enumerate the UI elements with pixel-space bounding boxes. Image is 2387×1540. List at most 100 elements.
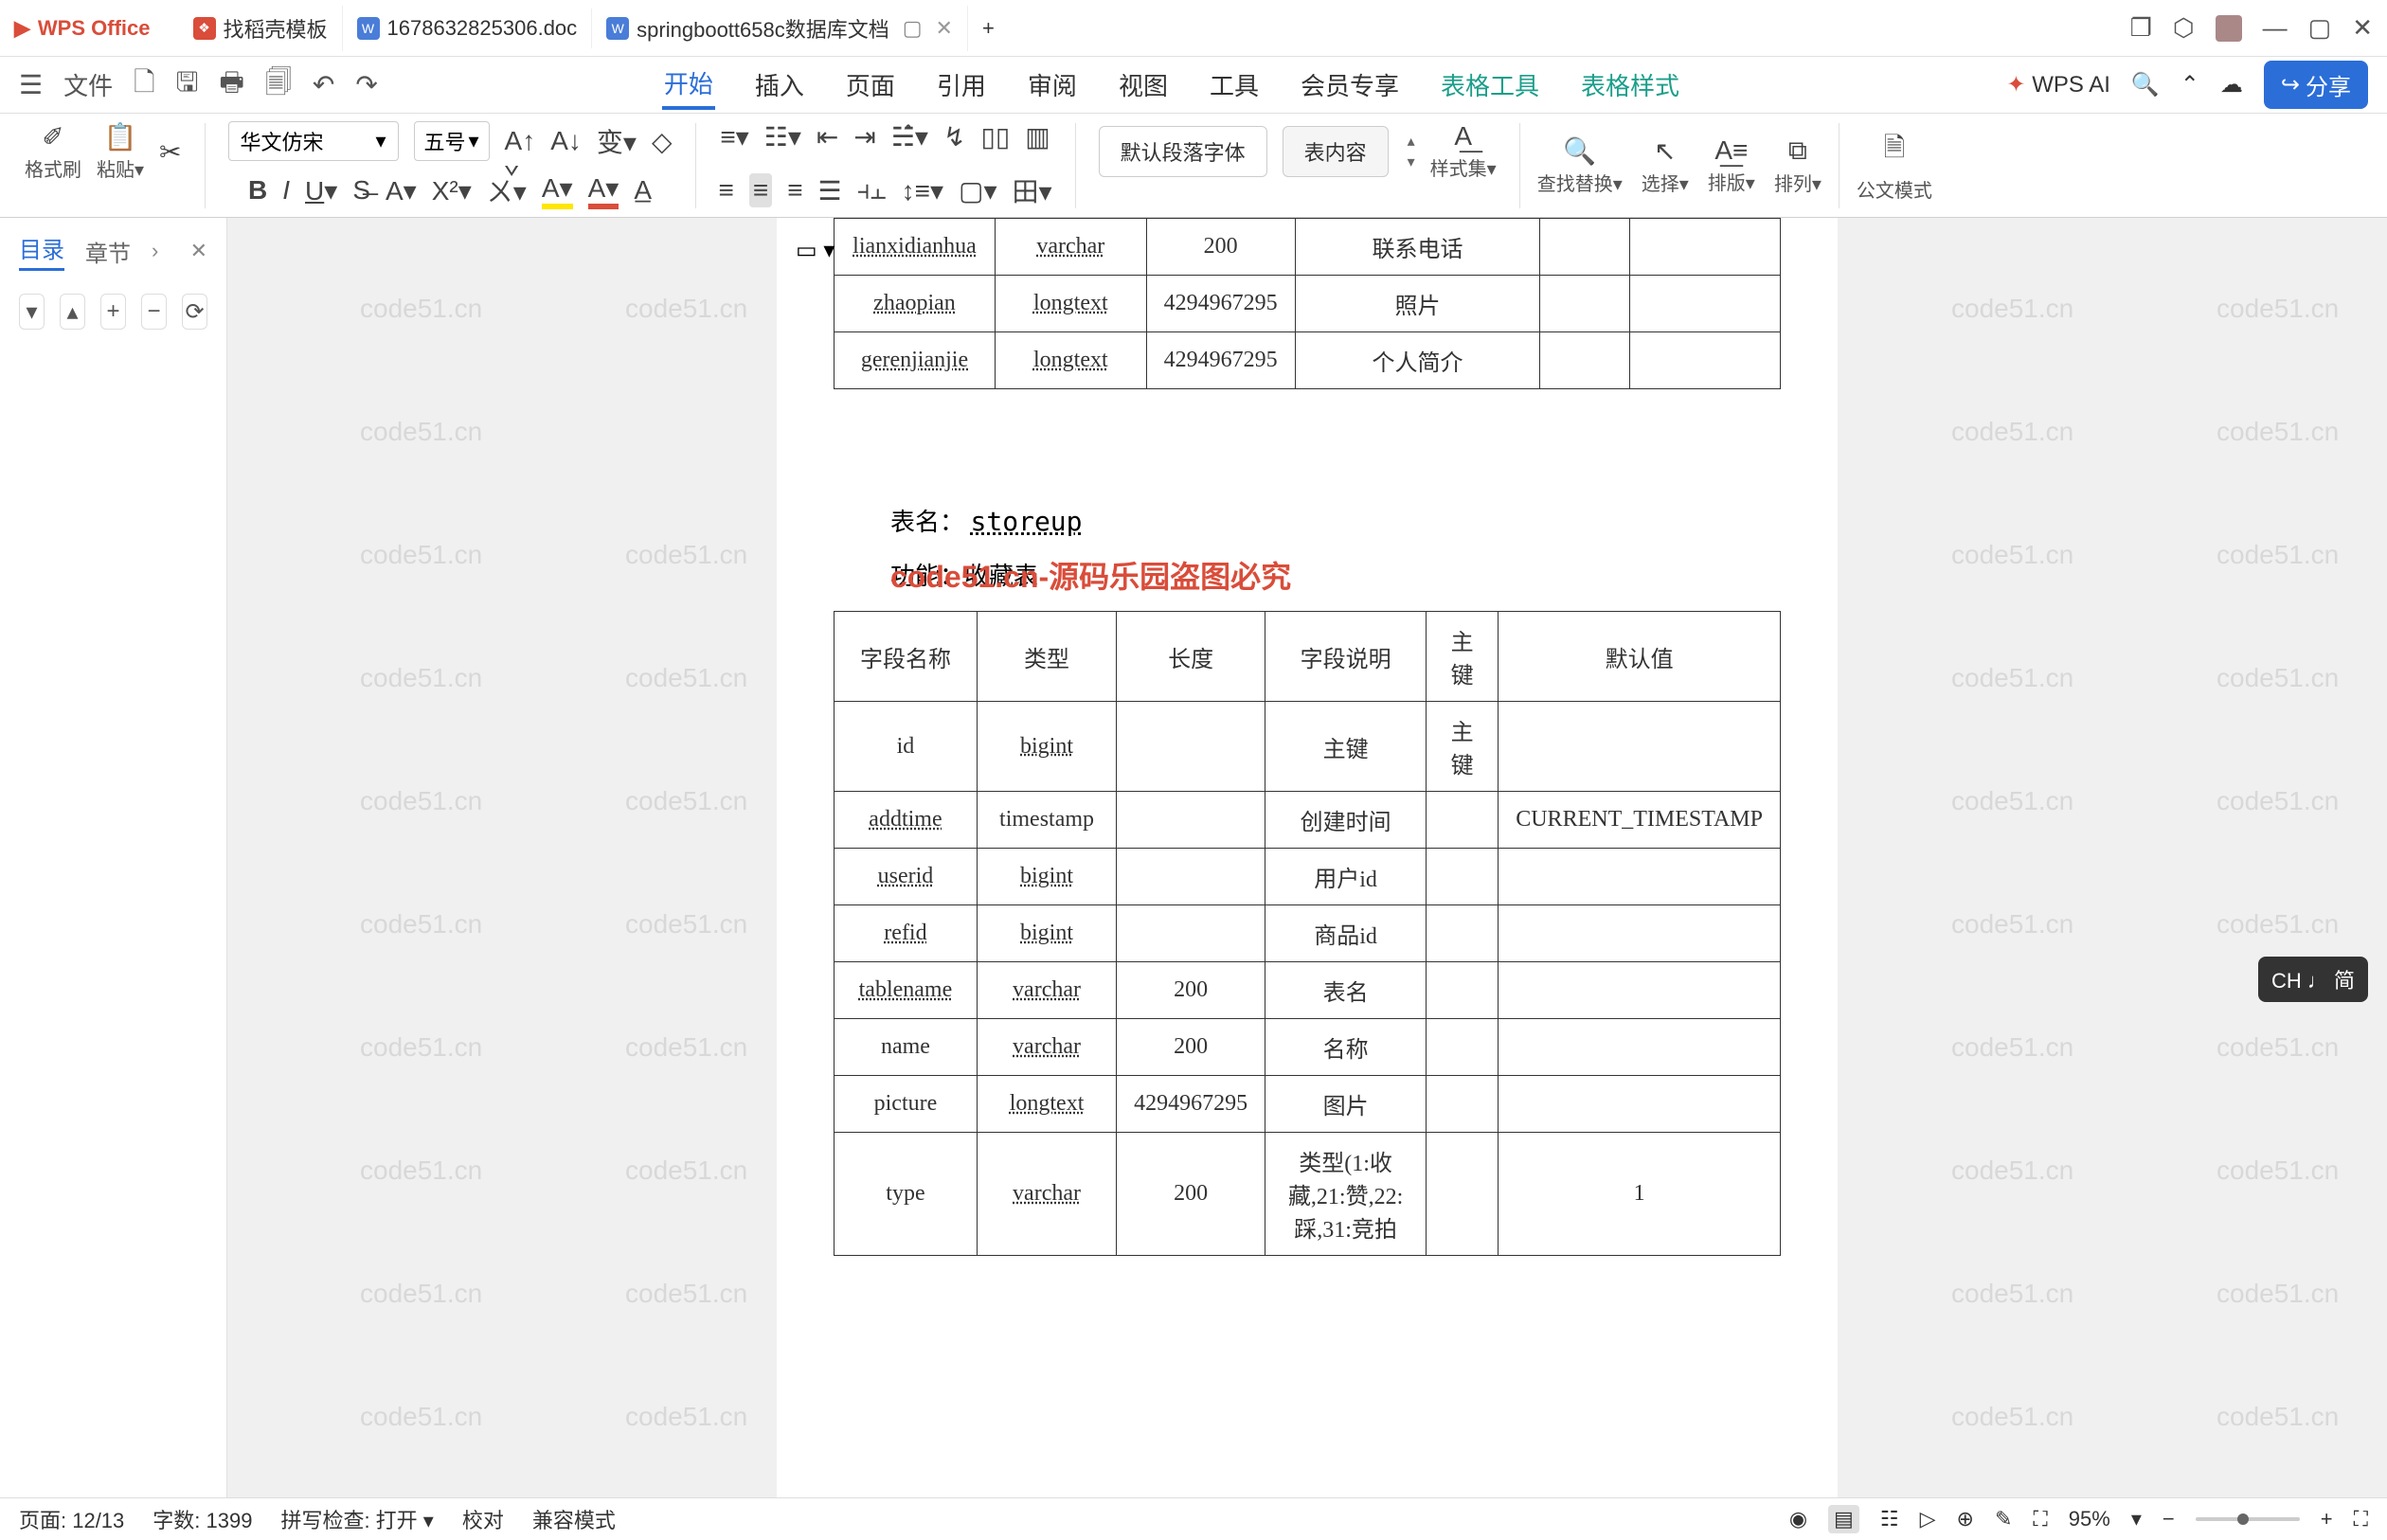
table-row[interactable]: addtimetimestamp创建时间CURRENT_TIMESTAMP — [835, 792, 1781, 849]
distribute-icon[interactable]: ⫞⫠ — [857, 175, 887, 206]
tab-table-styles[interactable]: 表格样式 — [1579, 62, 1681, 108]
share-button[interactable]: ↪ 分享 — [2264, 61, 2368, 109]
file-tab-templates[interactable]: ❖找稻壳模板 — [179, 6, 343, 51]
shading-icon[interactable]: ▢▾ — [959, 175, 997, 206]
nav-tab-toc[interactable]: 目录 — [19, 231, 64, 271]
table-header-row[interactable]: 字段名称 类型 长度 字段说明 主键 默认值 — [835, 612, 1781, 702]
select-icon[interactable]: ↖ — [1654, 135, 1676, 167]
ab-icon[interactable]: ↯ — [943, 121, 965, 152]
maximize-icon[interactable]: ▢ — [2308, 13, 2332, 43]
print-icon[interactable]: 🖶 — [220, 63, 244, 108]
print-preview-icon[interactable]: 🗐 — [265, 63, 292, 108]
expand-icon[interactable]: ▴ — [60, 294, 85, 330]
shrink-font-icon[interactable]: A↓ — [550, 126, 582, 156]
style-content[interactable]: 表内容 — [1283, 126, 1389, 177]
grow-font-icon[interactable]: A↑ — [505, 126, 536, 156]
close-window-icon[interactable]: ✕ — [2352, 13, 2373, 43]
edit-icon[interactable]: ✎ — [1995, 1507, 2012, 1531]
status-page[interactable]: 页面: 12/13 — [19, 1504, 124, 1534]
text-effect-icon[interactable]: A▾ — [386, 175, 417, 206]
web-icon[interactable]: ⊕ — [1957, 1507, 1974, 1531]
table-row[interactable]: useridbigint用户id — [835, 849, 1781, 905]
tab-view[interactable]: 视图 — [1117, 62, 1170, 108]
tab-member[interactable]: 会员专享 — [1299, 62, 1401, 108]
refresh-icon[interactable]: ⟳ — [182, 294, 207, 330]
redo-icon[interactable]: ↷ — [355, 69, 377, 100]
font-size-select[interactable]: 五号▾ — [414, 121, 490, 161]
copy-window-icon[interactable]: ❐ — [2130, 13, 2152, 43]
file-tab-active[interactable]: Wspringboott658c数据库文档▢✕ — [592, 6, 968, 51]
close-panel-icon[interactable]: ✕ — [190, 239, 207, 263]
save-icon[interactable]: 🖫 — [176, 63, 199, 108]
align-left-icon[interactable]: ≡ — [719, 175, 734, 206]
table-row[interactable]: lianxidianhuavarchar200联系电话 — [835, 219, 1781, 276]
border-icon[interactable]: 田▾ — [1013, 171, 1052, 209]
tab-present-icon[interactable]: ▢ — [903, 16, 923, 41]
table-row[interactable]: tablenamevarchar200表名 — [835, 962, 1781, 1019]
focus-icon[interactable]: ⛶ — [2033, 1507, 2047, 1531]
change-case-icon[interactable]: 变▾ — [597, 122, 637, 160]
bullets-icon[interactable]: ≡▾ — [720, 121, 748, 152]
inc-indent-icon[interactable]: ⇥ — [853, 121, 875, 152]
add-icon[interactable]: + — [100, 294, 126, 330]
cloud-icon[interactable]: ☁ — [2220, 71, 2243, 98]
search-icon[interactable]: 🔍 — [2131, 71, 2160, 98]
text-direction-icon[interactable]: ☵̂▾ — [891, 121, 928, 152]
more-para-icon[interactable]: ▥ — [1025, 121, 1050, 152]
highlight-icon[interactable]: A▾ — [542, 172, 573, 209]
collapse-icon[interactable]: ▾ — [19, 294, 45, 330]
outline-view-icon[interactable]: ☷ — [1880, 1507, 1899, 1531]
status-compat[interactable]: 兼容模式 — [532, 1504, 616, 1534]
align-right-icon[interactable]: ≡ — [787, 175, 802, 206]
close-icon[interactable]: ✕ — [936, 16, 953, 41]
minimize-icon[interactable]: — — [2263, 13, 2288, 43]
box-icon[interactable]: ⬡ — [2173, 13, 2195, 43]
italic-icon[interactable]: I — [282, 175, 290, 206]
cut-icon[interactable]: ✂ — [159, 136, 181, 168]
ime-indicator[interactable]: CH ♩ 简 — [2258, 957, 2368, 1002]
format-brush-icon[interactable]: ✐ — [42, 121, 63, 152]
font-name-select[interactable]: 华文仿宋▾ — [228, 121, 399, 161]
page-view-icon[interactable]: ▤ — [1828, 1505, 1859, 1533]
find-icon[interactable]: 🔍 — [1563, 135, 1596, 167]
remove-icon[interactable]: − — [141, 294, 167, 330]
eye-icon[interactable]: ◉ — [1789, 1507, 1807, 1531]
db-table-1[interactable]: lianxidianhuavarchar200联系电话 zhaopianlong… — [834, 218, 1781, 389]
fullscreen-icon[interactable]: ⛶ — [2354, 1507, 2368, 1531]
tab-table-tools[interactable]: 表格工具 — [1439, 62, 1541, 108]
arrange-icon[interactable]: ⧉ — [1788, 135, 1807, 167]
status-spell[interactable]: 拼写检查: 打开 ▾ — [280, 1504, 433, 1534]
chevron-down-icon[interactable]: ▾ — [375, 129, 386, 153]
clear-format-icon[interactable]: ◇ — [652, 126, 673, 157]
undo-icon[interactable]: ↶ — [313, 69, 334, 100]
columns-icon[interactable]: ▯▯ — [980, 121, 1010, 152]
numbering-icon[interactable]: ☷▾ — [764, 121, 801, 152]
align-justify-icon[interactable]: ☰ — [818, 175, 842, 206]
strike-icon[interactable]: S̶ — [352, 175, 370, 206]
zoom-value[interactable]: 95% — [2069, 1507, 2110, 1531]
file-tab-doc1[interactable]: W1678632825306.doc — [343, 9, 593, 48]
page-break-control[interactable]: ▭ ▾ — [796, 237, 835, 264]
table-row[interactable]: typevarchar200类型(1:收藏,21:赞,22:踩,31:竞拍1 — [835, 1133, 1781, 1256]
table-row[interactable]: gerenjianjielongtext4294967295个人简介 — [835, 332, 1781, 389]
file-menu[interactable]: 文件 — [63, 67, 113, 102]
table-row[interactable]: zhaopianlongtext4294967295照片 — [835, 276, 1781, 332]
table-row[interactable]: refidbigint商品id — [835, 905, 1781, 962]
line-spacing-icon[interactable]: ↕≡▾ — [902, 175, 943, 206]
styles-icon[interactable]: A͟ — [1454, 121, 1472, 152]
tab-home[interactable]: 开始 — [662, 60, 715, 110]
play-icon[interactable]: ▷ — [1920, 1507, 1936, 1531]
new-icon[interactable]: 🗋 — [134, 63, 155, 108]
dec-indent-icon[interactable]: ⇤ — [817, 121, 838, 152]
sort-icon[interactable]: A͟≡ — [1714, 135, 1748, 166]
tab-insert[interactable]: 插入 — [753, 62, 806, 108]
underline-icon[interactable]: U▾ — [305, 175, 337, 206]
official-mode[interactable]: 🗎公文模式 — [1857, 128, 1932, 203]
menu-icon[interactable]: ☰ — [19, 69, 43, 100]
style-default[interactable]: 默认段落字体 — [1099, 126, 1267, 177]
superscript-icon[interactable]: X²▾ — [432, 175, 472, 206]
tab-page[interactable]: 页面 — [844, 62, 897, 108]
chevron-right-icon[interactable]: › — [152, 239, 158, 263]
tab-review[interactable]: 审阅 — [1026, 62, 1079, 108]
chevron-down-icon[interactable]: ▾ — [468, 129, 478, 153]
